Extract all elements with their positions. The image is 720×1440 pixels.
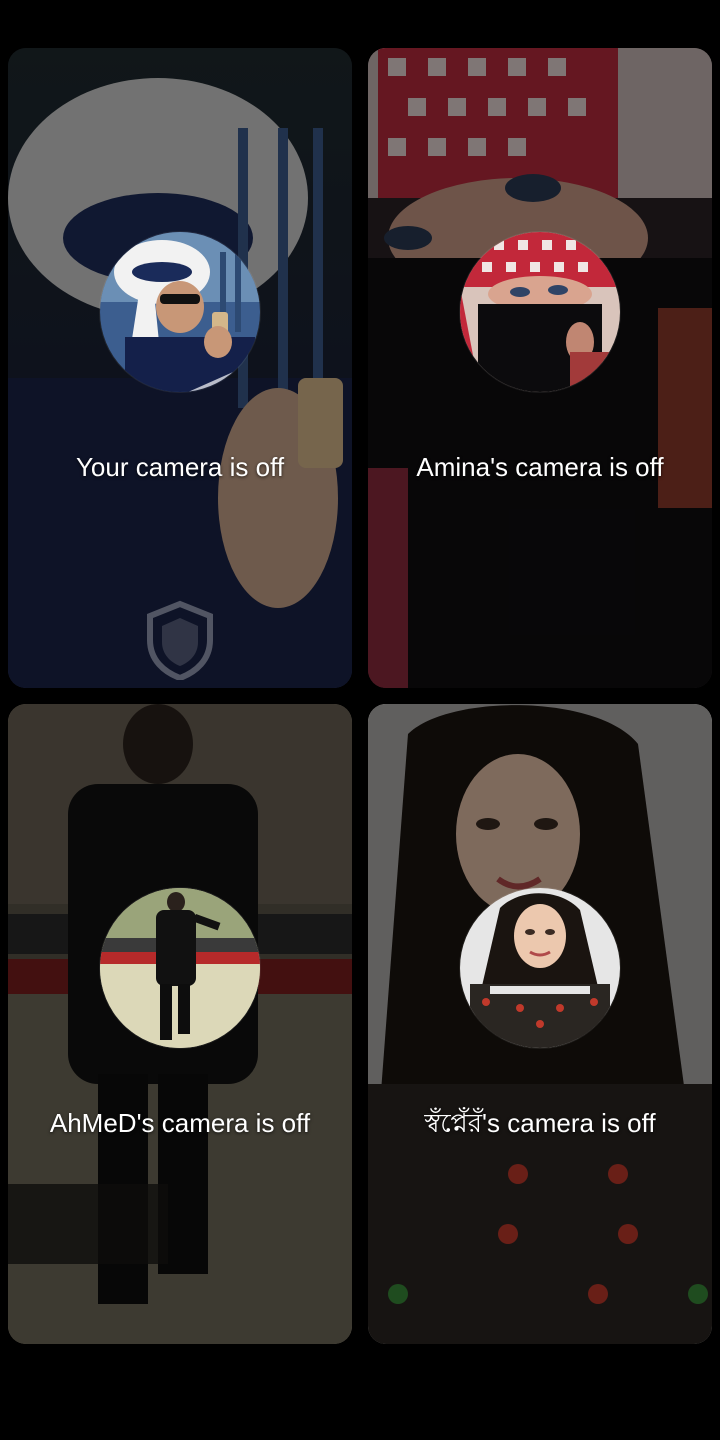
video-call-grid: Your camera is off Amina's camera is off…	[0, 0, 720, 1440]
participant-tile[interactable]: স্বঁপ্নেঁরঁ's camera is off	[368, 704, 712, 1344]
camera-off-status: Amina's camera is off	[416, 452, 664, 482]
avatar	[100, 232, 260, 392]
participant-tile[interactable]: Amina's camera is off	[368, 48, 712, 688]
participant-tile[interactable]: AhMeD's camera is off	[8, 704, 352, 1344]
shield-icon	[188, 366, 260, 392]
user-avatar-woman-niqab	[460, 232, 620, 392]
camera-off-status: স্বঁপ্নেঁরঁ's camera is off	[424, 1108, 656, 1138]
avatar	[100, 888, 260, 1048]
avatar	[460, 888, 620, 1048]
camera-off-status: AhMeD's camera is off	[49, 1108, 311, 1138]
user-avatar-man-black-outfit	[100, 888, 260, 1048]
participant-tile-self[interactable]: Your camera is off	[8, 48, 352, 688]
user-avatar-woman-hijab	[460, 888, 620, 1048]
shield-icon	[147, 600, 213, 680]
camera-off-status: Your camera is off	[75, 452, 285, 482]
avatar	[460, 232, 620, 392]
